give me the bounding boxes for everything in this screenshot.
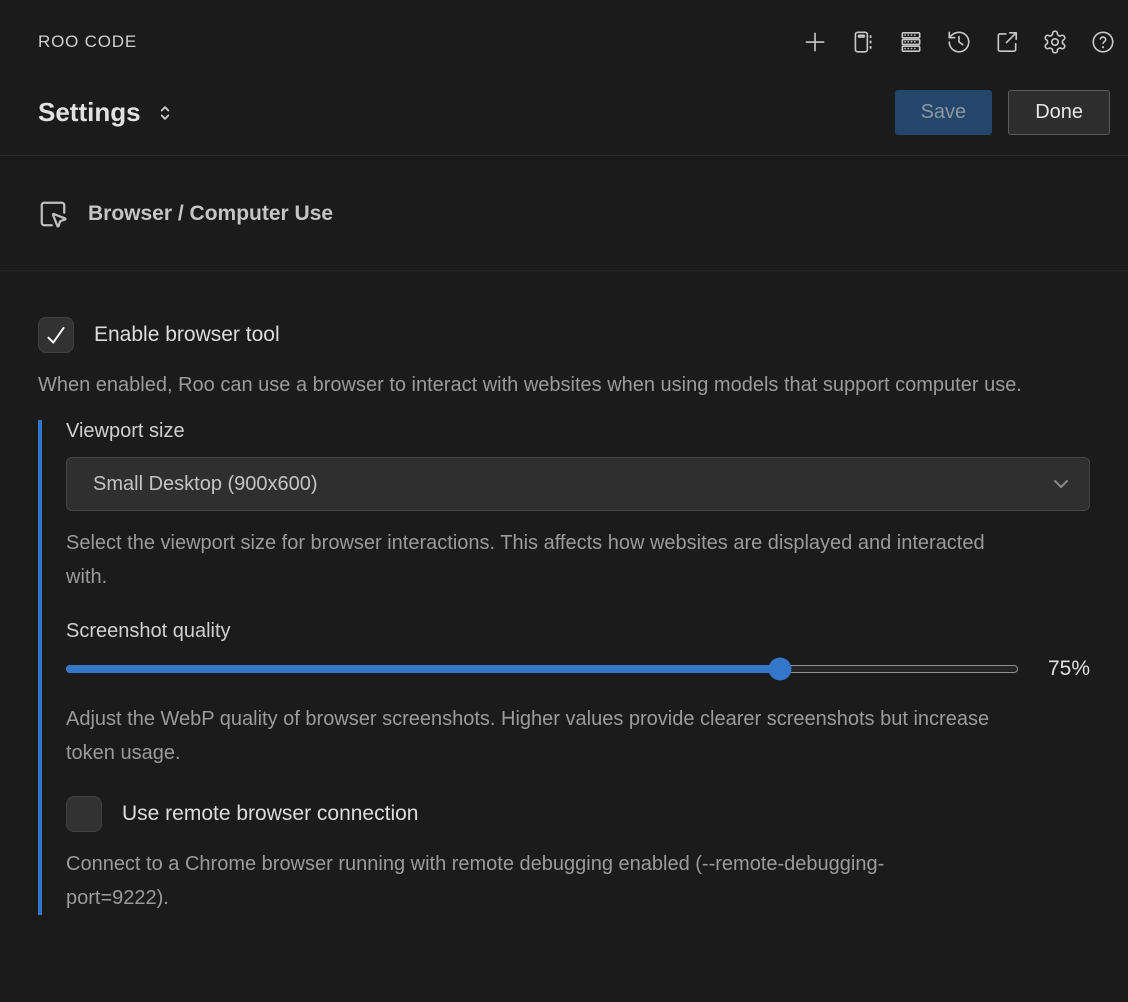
enable-browser-row: Enable browser tool <box>38 317 1090 353</box>
mcp-servers-icon[interactable] <box>896 27 926 57</box>
titlebar: ROO CODE <box>0 14 1128 70</box>
titlebar-icons <box>800 27 1118 57</box>
quality-slider-fill <box>66 665 779 673</box>
screenshot-quality-label: Screenshot quality <box>66 620 1090 643</box>
remote-browser-description: Connect to a Chrome browser running with… <box>66 847 946 915</box>
quality-slider[interactable] <box>66 665 1018 673</box>
open-in-editor-icon[interactable] <box>992 27 1022 57</box>
done-button[interactable]: Done <box>1008 90 1110 135</box>
header-buttons: Save Done <box>895 90 1110 135</box>
settings-gear-icon[interactable] <box>1040 27 1070 57</box>
viewport-size-description: Select the viewport size for browser int… <box>66 526 1026 594</box>
section-title: Browser / Computer Use <box>88 202 333 226</box>
quality-slider-value: 75% <box>1036 657 1090 681</box>
app-title: ROO CODE <box>38 32 137 52</box>
section-header: Browser / Computer Use <box>38 192 1090 236</box>
enable-browser-label[interactable]: Enable browser tool <box>94 323 280 347</box>
remote-browser-row: Use remote browser connection <box>66 796 1090 832</box>
new-task-plus-icon[interactable] <box>800 27 830 57</box>
history-icon[interactable] <box>944 27 974 57</box>
settings-title-wrap[interactable]: Settings <box>38 97 175 128</box>
viewport-size-value: Small Desktop (900x600) <box>93 473 318 496</box>
square-mouse-pointer-icon <box>38 199 68 229</box>
enable-browser-description: When enabled, Roo can use a browser to i… <box>38 368 1048 402</box>
save-button[interactable]: Save <box>895 90 993 135</box>
section-divider <box>0 270 1128 271</box>
marketplace-icon[interactable] <box>848 27 878 57</box>
chevron-down-icon <box>1049 472 1073 496</box>
browser-options-group: Viewport size Small Desktop (900x600) Se… <box>38 420 1090 915</box>
viewport-size-label: Viewport size <box>66 420 1090 443</box>
browser-settings-content: Enable browser tool When enabled, Roo ca… <box>0 317 1128 915</box>
checkmark-icon <box>43 322 69 348</box>
remote-browser-checkbox[interactable] <box>66 796 102 832</box>
viewport-size-select[interactable]: Small Desktop (900x600) <box>66 457 1090 511</box>
enable-browser-checkbox[interactable] <box>38 317 74 353</box>
chevrons-up-down-icon[interactable] <box>155 103 175 123</box>
screenshot-quality-description: Adjust the WebP quality of browser scree… <box>66 702 1026 770</box>
remote-browser-label[interactable]: Use remote browser connection <box>122 802 418 826</box>
page-title: Settings <box>38 97 141 128</box>
screenshot-quality-slider-row: 75% <box>66 651 1090 687</box>
help-icon[interactable] <box>1088 27 1118 57</box>
quality-slider-thumb[interactable] <box>768 658 791 681</box>
settings-header-row: Settings Save Done <box>0 70 1128 156</box>
